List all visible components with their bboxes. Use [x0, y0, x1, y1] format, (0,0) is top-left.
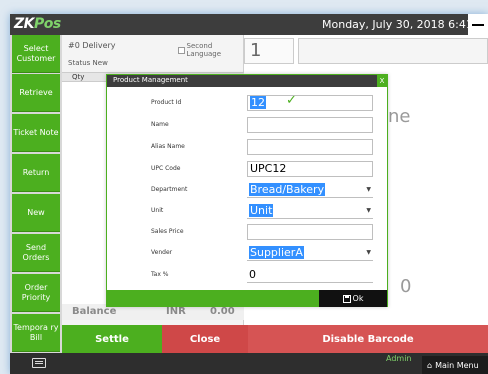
dropdown-caret-icon: ▼	[366, 249, 371, 256]
dialog-header: Product Management X	[107, 75, 387, 87]
balance-value: 0.00	[210, 306, 235, 317]
ok-button[interactable]: Ok	[319, 290, 387, 307]
ok-label: Ok	[352, 294, 364, 303]
balance-label: Balance	[72, 306, 117, 317]
disable-barcode-button[interactable]: Disable Barcode	[248, 325, 488, 353]
upc-code-input[interactable]: UPC12	[247, 161, 373, 177]
logo-text: ZK	[14, 16, 35, 32]
keyboard-icon[interactable]	[32, 358, 46, 368]
sidebar: Select Customer Retrieve Ticket Note Ret…	[10, 35, 62, 353]
main-menu-label: Main Menu	[435, 360, 479, 370]
barcode-entry-field[interactable]	[298, 38, 488, 64]
dialog-close-button[interactable]: X	[377, 75, 387, 87]
checkmark-icon: ✓	[286, 93, 297, 108]
product-id-input[interactable]: 12	[247, 95, 373, 111]
vender-label: Vender	[151, 249, 173, 256]
close-button[interactable]: Close	[162, 325, 248, 353]
background-number: 0	[400, 276, 412, 297]
quantity-display[interactable]: 1	[244, 38, 294, 64]
send-orders-button[interactable]: Send Orders	[12, 234, 60, 272]
background-text: ne	[388, 106, 411, 127]
dropdown-caret-icon: ▼	[366, 186, 371, 193]
second-language-checkbox[interactable]	[178, 46, 185, 54]
alias-name-input[interactable]	[247, 139, 373, 155]
dialog-title: Product Management	[113, 76, 188, 84]
department-label: Department	[151, 186, 188, 193]
settle-button[interactable]: Settle	[62, 325, 162, 353]
dropdown-caret-icon: ▼	[366, 207, 371, 214]
product-id-value: 12	[250, 96, 266, 109]
unit-value: Unit	[249, 204, 274, 217]
order-status: Status New	[68, 59, 108, 67]
app-logo: ZKPos	[14, 16, 61, 32]
department-select[interactable]: Bread/Bakery ▼	[247, 182, 373, 198]
unit-label: Unit	[151, 207, 164, 214]
ticket-note-button[interactable]: Ticket Note	[12, 114, 60, 152]
unit-select[interactable]: Unit ▼	[247, 203, 373, 219]
department-value: Bread/Bakery	[249, 183, 326, 196]
currency-label: INR	[166, 306, 186, 317]
tax-label: Tax %	[151, 271, 169, 278]
second-language-label: Second Language	[186, 42, 222, 58]
sales-price-label: Sales Price	[151, 228, 184, 235]
select-customer-button[interactable]: Select Customer	[12, 35, 60, 73]
upc-code-label: UPC Code	[151, 165, 181, 172]
product-management-dialog: Product Management X Product Id 12 Name …	[106, 74, 388, 307]
minimize-button[interactable]	[468, 14, 488, 35]
retrieve-button[interactable]: Retrieve	[12, 74, 60, 112]
order-title: #0 Delivery	[68, 41, 116, 50]
home-icon: ⌂	[427, 360, 433, 370]
order-priority-button[interactable]: Order Priority	[12, 274, 60, 312]
vender-select[interactable]: SupplierA ▼	[247, 245, 373, 261]
main-menu-button[interactable]: ⌂ Main Menu	[422, 356, 488, 374]
pos-screen: ZKPos Monday, July 30, 2018 6:41 Select …	[10, 14, 488, 374]
datetime-display: Monday, July 30, 2018 6:41	[322, 18, 473, 31]
dialog-footer: Ok	[107, 290, 387, 307]
admin-label: Admin	[386, 354, 412, 363]
return-button[interactable]: Return	[12, 154, 60, 192]
name-input[interactable]	[247, 117, 373, 133]
logo-suffix: Pos	[34, 16, 61, 32]
top-bar: ZKPos Monday, July 30, 2018 6:41	[10, 14, 488, 35]
alias-name-label: Alias Name	[151, 143, 185, 150]
sales-price-input[interactable]	[247, 224, 373, 240]
product-id-label: Product Id	[151, 99, 182, 106]
save-icon	[342, 294, 351, 303]
bottom-bar: Admin ⌂ Main Menu	[10, 353, 488, 374]
tax-input[interactable]: 0	[247, 267, 373, 283]
temporary-bill-button[interactable]: Tempora ry Bill	[12, 314, 60, 352]
vender-value: SupplierA	[249, 246, 304, 259]
new-button[interactable]: New	[12, 194, 60, 232]
second-language-toggle[interactable]: Second Language	[178, 42, 243, 58]
name-label: Name	[151, 121, 169, 128]
